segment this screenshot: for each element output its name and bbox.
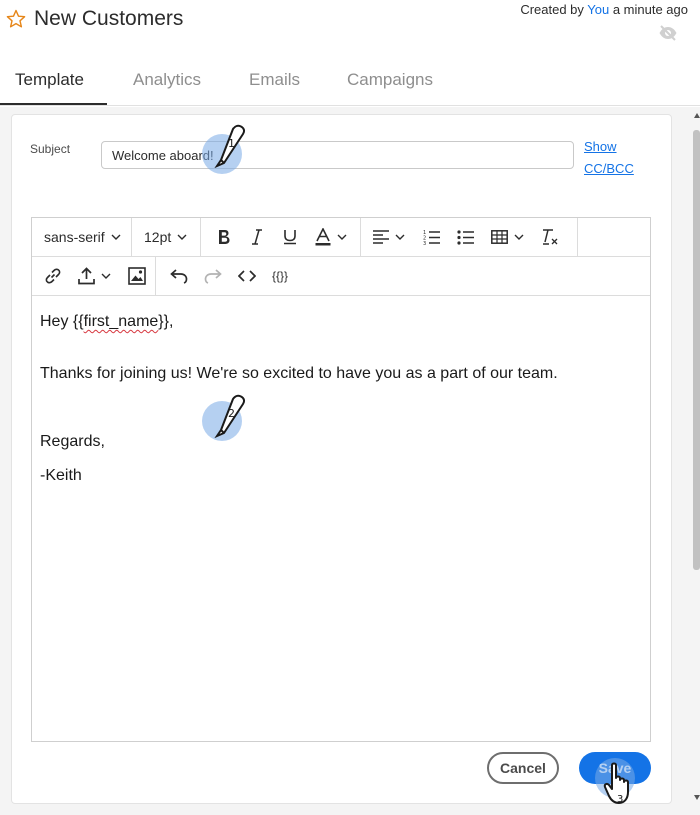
image-icon: [128, 267, 146, 285]
greeting-line: Hey {{first_name}},: [40, 313, 173, 331]
undo-button[interactable]: [170, 266, 188, 286]
chevron-down-icon: [395, 234, 405, 240]
bold-button[interactable]: [217, 227, 231, 247]
subject-label: Subject: [30, 142, 71, 156]
svg-text:3: 3: [423, 241, 426, 245]
greeting-prefix: Hey {{: [40, 313, 84, 330]
show-cc-bcc-link[interactable]: Show CC/BCC: [584, 136, 634, 180]
upload-button[interactable]: [78, 266, 111, 286]
insert-token-button[interactable]: {{}}: [272, 266, 288, 286]
eye-off-icon[interactable]: [658, 25, 678, 41]
tab-bar: Template Analytics Emails Campaigns: [0, 56, 700, 106]
upload-icon: [78, 267, 95, 285]
page-title: New Customers: [34, 7, 184, 30]
tab-campaigns[interactable]: Campaigns: [347, 70, 433, 90]
email-body-editor[interactable]: sans-serif 12pt 1 2 3 {{}} Hey {{first_n…: [31, 217, 651, 742]
font-family-value: sans-serif: [44, 229, 105, 245]
italic-button[interactable]: [251, 227, 263, 247]
font-family-group: sans-serif: [32, 218, 132, 256]
redo-icon: [204, 269, 222, 284]
font-size-group: 12pt: [132, 218, 201, 256]
numbered-list-icon: 123: [423, 230, 440, 245]
tab-analytics[interactable]: Analytics: [133, 70, 201, 90]
code-icon: [238, 270, 256, 282]
font-size-select[interactable]: 12pt: [144, 227, 187, 247]
step-number-3: 3: [617, 794, 623, 805]
scroll-up-arrow[interactable]: [694, 113, 700, 118]
editor-toolbar-row-1: sans-serif 12pt 1 2 3: [32, 218, 650, 257]
bullet-list-icon: [457, 230, 474, 245]
clear-format-button[interactable]: [541, 227, 559, 247]
align-left-icon: [373, 230, 389, 244]
undo-icon: [170, 269, 188, 284]
pencil-icon: 2: [214, 394, 246, 438]
show-cc-line1: Show: [584, 139, 617, 154]
numbered-list-button[interactable]: 123: [423, 227, 440, 247]
thanks-line: Thanks for joining us! We're so excited …: [40, 365, 558, 382]
page-header: New Customers Created by You a minute ag…: [0, 0, 700, 56]
bullet-list-button[interactable]: [457, 227, 474, 247]
token-button-label: {{}}: [272, 269, 289, 283]
redo-button[interactable]: [204, 266, 222, 286]
tab-template[interactable]: Template: [15, 70, 84, 90]
source-code-button[interactable]: [238, 266, 256, 286]
tab-emails[interactable]: Emails: [249, 70, 300, 90]
insert-image-button[interactable]: [128, 266, 146, 286]
text-color-icon: [315, 228, 331, 246]
cancel-button[interactable]: Cancel: [487, 752, 559, 784]
align-button[interactable]: [373, 227, 405, 247]
subject-input[interactable]: [101, 141, 574, 169]
chevron-down-icon: [337, 234, 347, 240]
created-time: a minute ago: [609, 2, 688, 17]
link-icon: [45, 268, 61, 284]
insert-group: [32, 257, 156, 295]
step-number-1: 1: [228, 137, 235, 150]
italic-icon: [252, 229, 262, 245]
scrollbar-thumb[interactable]: [693, 130, 700, 570]
underline-button[interactable]: [283, 227, 297, 247]
table-icon: [491, 230, 508, 244]
clear-format-icon: [543, 229, 558, 245]
font-family-select[interactable]: sans-serif: [44, 227, 121, 247]
chevron-down-icon: [101, 273, 111, 279]
editor-toolbar-row-2: {{}}: [32, 257, 650, 296]
paragraph-group: 123: [361, 218, 578, 256]
created-by-meta: Created by You a minute ago: [520, 2, 688, 17]
created-by-label: Created by: [520, 2, 588, 17]
signature-line: -Keith: [40, 467, 82, 484]
text-color-button[interactable]: [315, 227, 347, 247]
chevron-down-icon: [177, 234, 187, 240]
chevron-down-icon: [111, 234, 121, 240]
show-cc-line2: CC/BCC: [584, 161, 634, 176]
table-button[interactable]: [491, 227, 524, 247]
created-by-user[interactable]: You: [587, 2, 609, 17]
text-format-group: [201, 218, 361, 256]
first-name-token: first_name: [83, 313, 159, 330]
active-tab-indicator: [0, 103, 107, 105]
chevron-down-icon: [514, 234, 524, 240]
regards-line: Regards,: [40, 433, 105, 450]
greeting-suffix: }},: [158, 313, 174, 330]
step-number-2: 2: [228, 407, 235, 420]
star-icon[interactable]: [6, 9, 26, 29]
scroll-down-arrow[interactable]: [694, 795, 700, 800]
hand-cursor-icon: 3: [603, 762, 629, 805]
underline-icon: [284, 230, 296, 245]
insert-link-button[interactable]: [44, 266, 62, 286]
pencil-icon: 1: [214, 124, 246, 168]
font-size-value: 12pt: [144, 229, 172, 245]
bold-icon: [219, 230, 230, 244]
